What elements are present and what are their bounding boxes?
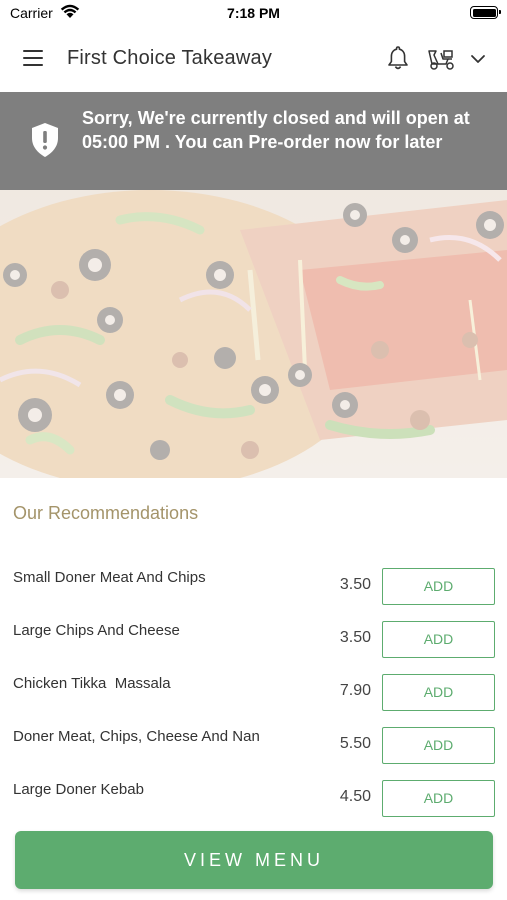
view-menu-button[interactable]: VIEW MENU [15, 831, 493, 889]
item-price: 7.90 [339, 682, 371, 699]
item-price: 4.50 [339, 788, 371, 805]
top-navigation-bar: First Choice Takeaway [0, 26, 507, 92]
list-item: Doner Meat, Chips, Cheese And Nan 5.50 A… [0, 713, 507, 766]
bell-icon[interactable] [384, 44, 412, 72]
language-selector[interactable] [426, 44, 490, 72]
battery-icon [470, 6, 501, 19]
add-button[interactable]: ADD [382, 780, 495, 817]
closed-notice-banner: Sorry, We're currently closed and will o… [0, 92, 507, 190]
list-item: Small Doner Meat And Chips 3.50 ADD [0, 554, 507, 607]
menu-icon[interactable] [20, 46, 46, 70]
hero-pizza-image [0, 190, 507, 478]
item-name: Chicken Tikka Massala [13, 675, 171, 692]
item-name: Doner Meat, Chips, Cheese And Nan [13, 728, 260, 745]
status-bar: Carrier 7:18 PM [0, 0, 507, 26]
item-price: 3.50 [339, 576, 371, 593]
shield-alert-icon [30, 122, 60, 163]
item-price: 3.50 [339, 629, 371, 646]
closed-notice-message: Sorry, We're currently closed and will o… [82, 108, 470, 152]
add-button[interactable]: ADD [382, 621, 495, 658]
item-name: Small Doner Meat And Chips [13, 569, 206, 586]
list-item: Large Chips And Cheese 3.50 ADD [0, 607, 507, 660]
language-icon [426, 44, 458, 77]
recommendations-title: Our Recommendations [13, 503, 199, 523]
add-button[interactable]: ADD [382, 568, 495, 605]
item-name: Large Doner Kebab [13, 781, 144, 798]
item-name: Large Chips And Cheese [13, 622, 180, 639]
restaurant-title: First Choice Takeaway [67, 47, 273, 69]
item-price: 5.50 [339, 735, 371, 752]
list-item: Large Doner Kebab 4.50 ADD [0, 766, 507, 819]
clock: 7:18 PM [227, 5, 280, 21]
add-button[interactable]: ADD [382, 727, 495, 764]
add-button[interactable]: ADD [382, 674, 495, 711]
chevron-down-icon [470, 52, 486, 70]
list-item: Chicken Tikka Massala 7.90 ADD [0, 660, 507, 713]
